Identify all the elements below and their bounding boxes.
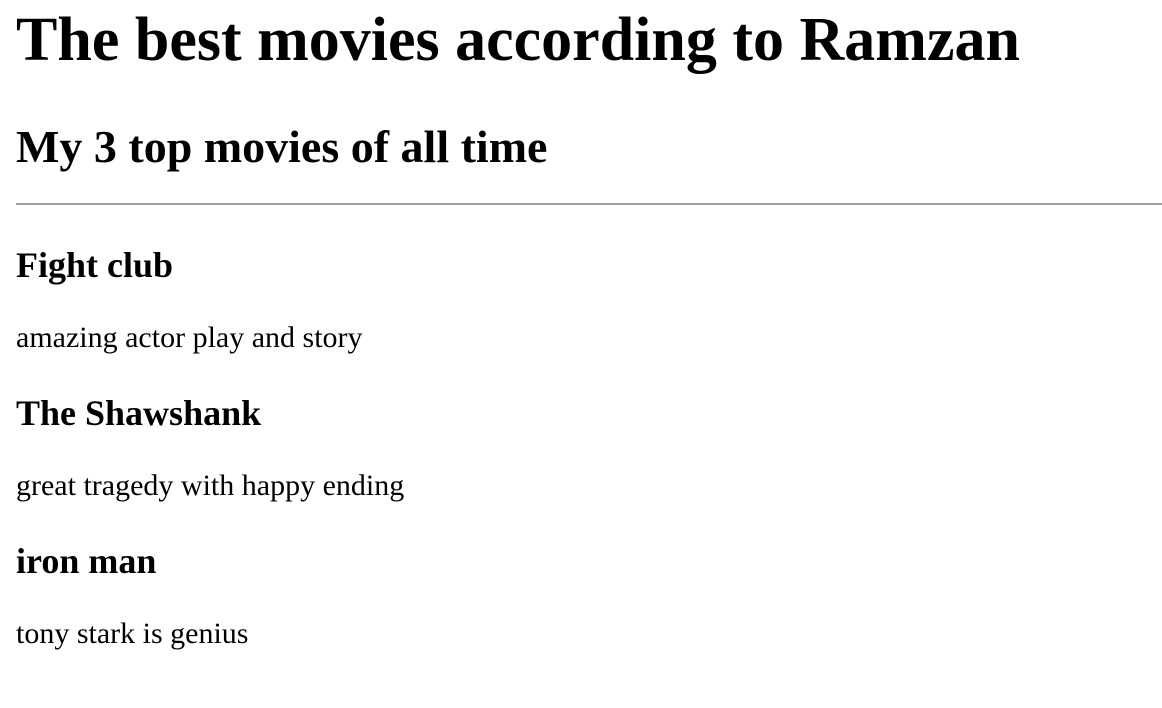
movie-item-fight-club: Fight club amazing actor play and story bbox=[16, 205, 1162, 353]
movie-description: amazing actor play and story bbox=[16, 321, 363, 354]
movie-item-iron-man: iron man tony stark is genius bbox=[16, 501, 1162, 649]
movie-list: Fight club amazing actor play and story … bbox=[16, 205, 1162, 649]
movie-title: The Shawshank bbox=[16, 393, 262, 433]
movie-description: tony stark is genius bbox=[16, 617, 249, 650]
movie-item-the-shawshank: The Shawshank great tragedy with happy e… bbox=[16, 353, 1162, 501]
page-title: The best movies according to Ramzan bbox=[16, 6, 1020, 74]
movie-title: Fight club bbox=[16, 245, 174, 285]
movie-description: great tragedy with happy ending bbox=[16, 469, 405, 502]
page-content: The best movies according to Ramzan My 3… bbox=[0, 0, 1162, 649]
page-subtitle: My 3 top movies of all time bbox=[16, 121, 548, 172]
movie-title: iron man bbox=[16, 541, 157, 581]
